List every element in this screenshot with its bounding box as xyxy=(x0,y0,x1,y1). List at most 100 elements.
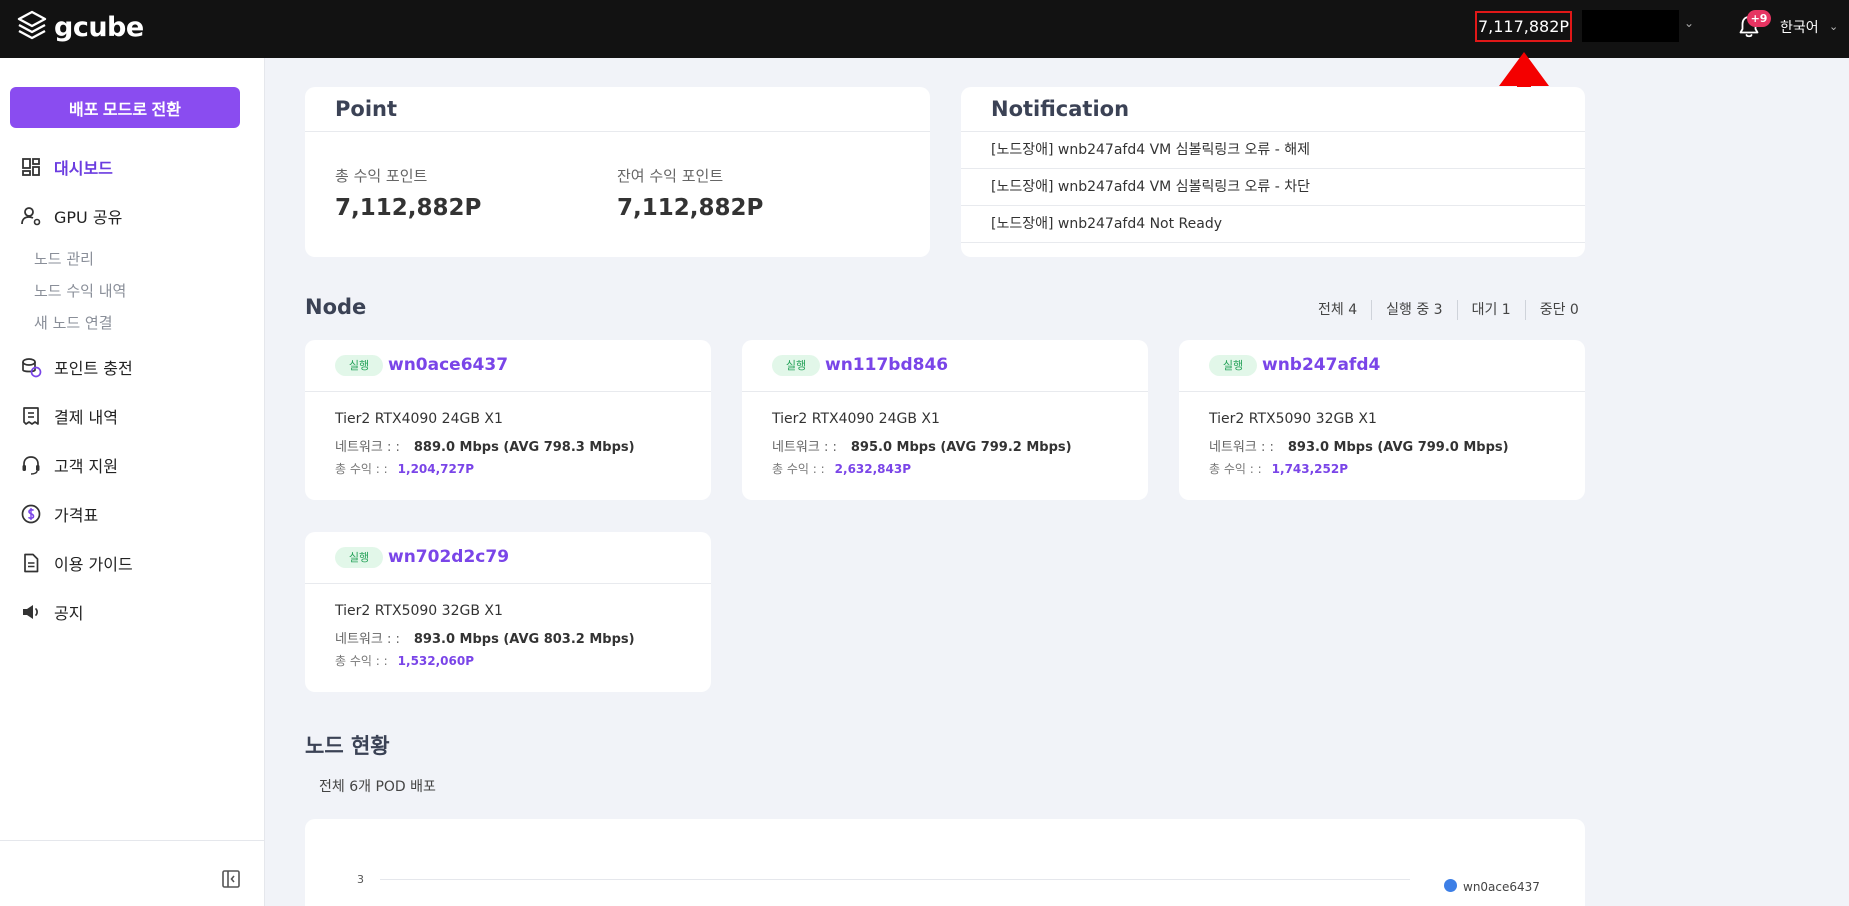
node-status-filter: 전체 4 실행 중 3 대기 1 중단 0 xyxy=(1304,300,1593,320)
filter-all[interactable]: 전체 4 xyxy=(1304,300,1371,320)
total-earned-points-value: 7,112,882P xyxy=(335,195,482,221)
earnings-value: 1,204,727P xyxy=(397,462,475,476)
dollar-circle-icon xyxy=(21,504,41,524)
megaphone-icon xyxy=(23,605,38,619)
user-gear-icon xyxy=(21,207,41,226)
node-network: 네트워크 : : 893.0 Mbps (AVG 799.0 Mbps) xyxy=(1209,436,1509,455)
grid-line xyxy=(380,879,1410,880)
sidebar-item-gpu-share[interactable]: GPU 공유 xyxy=(20,203,122,229)
legend-marker xyxy=(1444,879,1457,892)
point-card: Point 총 수익 포인트 7,112,882P 잔여 수익 포인트 7,11… xyxy=(305,87,930,257)
node-network: 네트워크 : : 889.0 Mbps (AVG 798.3 Mbps) xyxy=(335,436,635,455)
user-menu[interactable] xyxy=(1582,10,1679,42)
network-value: 889.0 Mbps (AVG 798.3 Mbps) xyxy=(413,440,635,455)
gcube-logo[interactable]: gcube xyxy=(16,10,144,44)
network-label: 네트워크 : : xyxy=(772,440,837,455)
chevron-down-icon[interactable]: ⌄ xyxy=(1684,17,1694,29)
status-badge: 실행 xyxy=(335,355,383,376)
sidebar-item-dashboard[interactable]: 대시보드 xyxy=(20,154,113,180)
receipt-icon xyxy=(23,407,39,425)
headset-icon xyxy=(22,456,40,475)
earnings-value: 2,632,843P xyxy=(834,462,912,476)
chevron-down-icon[interactable]: ⌄ xyxy=(1829,20,1838,33)
sidebar-item-label: 가격표 xyxy=(54,506,99,525)
node-card[interactable]: 실행 wn0ace6437 Tier2 RTX4090 24GB X1 네트워크… xyxy=(305,340,711,500)
node-earnings: 총 수익 : : 1,743,252P xyxy=(1209,460,1348,477)
sidebar-item-payment-history[interactable]: 결제 내역 xyxy=(20,403,118,429)
y-axis-tick: 3 xyxy=(357,873,364,886)
node-status-chart: 3 wn0ace6437 xyxy=(305,819,1585,906)
legend-label[interactable]: wn0ace6437 xyxy=(1463,880,1540,894)
node-name[interactable]: wn117bd846 xyxy=(825,355,948,375)
total-earned-points-label: 총 수익 포인트 xyxy=(335,167,428,185)
sidebar-subitem-node-earnings[interactable]: 노드 수익 내역 xyxy=(34,280,126,301)
pod-summary: 전체 6개 POD 배포 xyxy=(319,779,436,795)
filter-stopped[interactable]: 중단 0 xyxy=(1524,300,1593,320)
sidebar-subitem-new-node[interactable]: 새 노드 연결 xyxy=(34,312,113,333)
network-label: 네트워크 : : xyxy=(335,440,400,455)
language-selector[interactable]: 한국어 xyxy=(1780,17,1819,37)
sidebar-item-usage-guide[interactable]: 이용 가이드 xyxy=(20,550,133,576)
node-earnings: 총 수익 : : 1,532,060P xyxy=(335,652,474,669)
node-card[interactable]: 실행 wn702d2c79 Tier2 RTX5090 32GB X1 네트워크… xyxy=(305,532,711,692)
coins-icon xyxy=(22,358,42,378)
earnings-label: 총 수익 : : xyxy=(1209,462,1262,476)
node-card-header: 실행 wn117bd846 xyxy=(742,340,1148,392)
node-name[interactable]: wn702d2c79 xyxy=(388,547,509,567)
node-card-header: 실행 wnb247afd4 xyxy=(1179,340,1585,392)
network-label: 네트워크 : : xyxy=(1209,440,1274,455)
earnings-label: 총 수익 : : xyxy=(772,462,825,476)
notification-item[interactable]: [노드장애] wnb247afd4 VM 심볼릭링크 오류 - 해제 xyxy=(961,132,1585,169)
sidebar-item-label: 이용 가이드 xyxy=(54,555,133,574)
notification-item[interactable]: [노드장애] wnb247afd4 Not Ready xyxy=(961,206,1585,243)
filter-waiting[interactable]: 대기 1 xyxy=(1456,300,1525,320)
node-spec: Tier2 RTX4090 24GB X1 xyxy=(335,411,503,427)
sidebar-subitem-node-management[interactable]: 노드 관리 xyxy=(34,248,94,269)
collapse-sidebar-icon[interactable] xyxy=(221,869,241,889)
earnings-label: 총 수익 : : xyxy=(335,462,388,476)
remaining-points-value: 7,112,882P xyxy=(617,195,764,221)
node-network: 네트워크 : : 893.0 Mbps (AVG 803.2 Mbps) xyxy=(335,628,635,647)
node-name[interactable]: wnb247afd4 xyxy=(1262,355,1380,375)
document-icon xyxy=(24,553,39,573)
node-card[interactable]: 실행 wn117bd846 Tier2 RTX4090 24GB X1 네트워크… xyxy=(742,340,1148,500)
sidebar-item-label: 대시보드 xyxy=(54,159,113,178)
remaining-points-label: 잔여 수익 포인트 xyxy=(617,167,724,185)
node-earnings: 총 수익 : : 2,632,843P xyxy=(772,460,911,477)
node-section-title: Node xyxy=(305,295,367,319)
sidebar-item-label: 고객 지원 xyxy=(54,457,118,476)
node-status-title: 노드 현황 xyxy=(305,734,390,758)
sidebar-item-label: GPU 공유 xyxy=(54,208,123,227)
node-spec: Tier2 RTX5090 32GB X1 xyxy=(335,603,503,619)
node-earnings: 총 수익 : : 1,204,727P xyxy=(335,460,474,477)
sidebar-footer xyxy=(0,840,265,906)
switch-deploy-mode-button[interactable]: 배포 모드로 전환 xyxy=(10,87,240,128)
notification-item[interactable]: [노드장애] wnb247afd4 VM 심볼릭링크 오류 - 차단 xyxy=(961,169,1585,206)
node-card-header: 실행 wn702d2c79 xyxy=(305,532,711,584)
node-card[interactable]: 실행 wnb247afd4 Tier2 RTX5090 32GB X1 네트워크… xyxy=(1179,340,1585,500)
sidebar-item-label: 공지 xyxy=(54,604,84,623)
sidebar-item-notice[interactable]: 공지 xyxy=(20,599,83,625)
points-balance[interactable]: 7,117,882P xyxy=(1475,11,1572,42)
network-label: 네트워크 : : xyxy=(335,632,400,647)
notification-badge: +9 xyxy=(1747,10,1771,27)
sidebar-item-pricing[interactable]: 가격표 xyxy=(20,501,98,527)
node-spec: Tier2 RTX4090 24GB X1 xyxy=(772,411,940,427)
logo-text: gcube xyxy=(54,11,144,43)
point-card-title: Point xyxy=(335,97,398,121)
status-badge: 실행 xyxy=(1209,355,1257,376)
node-card-header: 실행 wn0ace6437 xyxy=(305,340,711,392)
node-name[interactable]: wn0ace6437 xyxy=(388,355,508,375)
status-badge: 실행 xyxy=(335,547,383,568)
sidebar-item-point-charge[interactable]: 포인트 충전 xyxy=(20,354,133,380)
sidebar: 배포 모드로 전환 대시보드 GPU 공유 노드 관리 노드 수익 내역 새 노… xyxy=(0,58,265,906)
filter-running[interactable]: 실행 중 3 xyxy=(1371,300,1456,320)
sidebar-item-customer-support[interactable]: 고객 지원 xyxy=(20,452,118,478)
node-network: 네트워크 : : 895.0 Mbps (AVG 799.2 Mbps) xyxy=(772,436,1072,455)
network-value: 893.0 Mbps (AVG 799.0 Mbps) xyxy=(1287,440,1509,455)
network-value: 895.0 Mbps (AVG 799.2 Mbps) xyxy=(850,440,1072,455)
divider xyxy=(305,131,930,132)
sidebar-item-label: 포인트 충전 xyxy=(54,359,133,378)
node-spec: Tier2 RTX5090 32GB X1 xyxy=(1209,411,1377,427)
status-badge: 실행 xyxy=(772,355,820,376)
